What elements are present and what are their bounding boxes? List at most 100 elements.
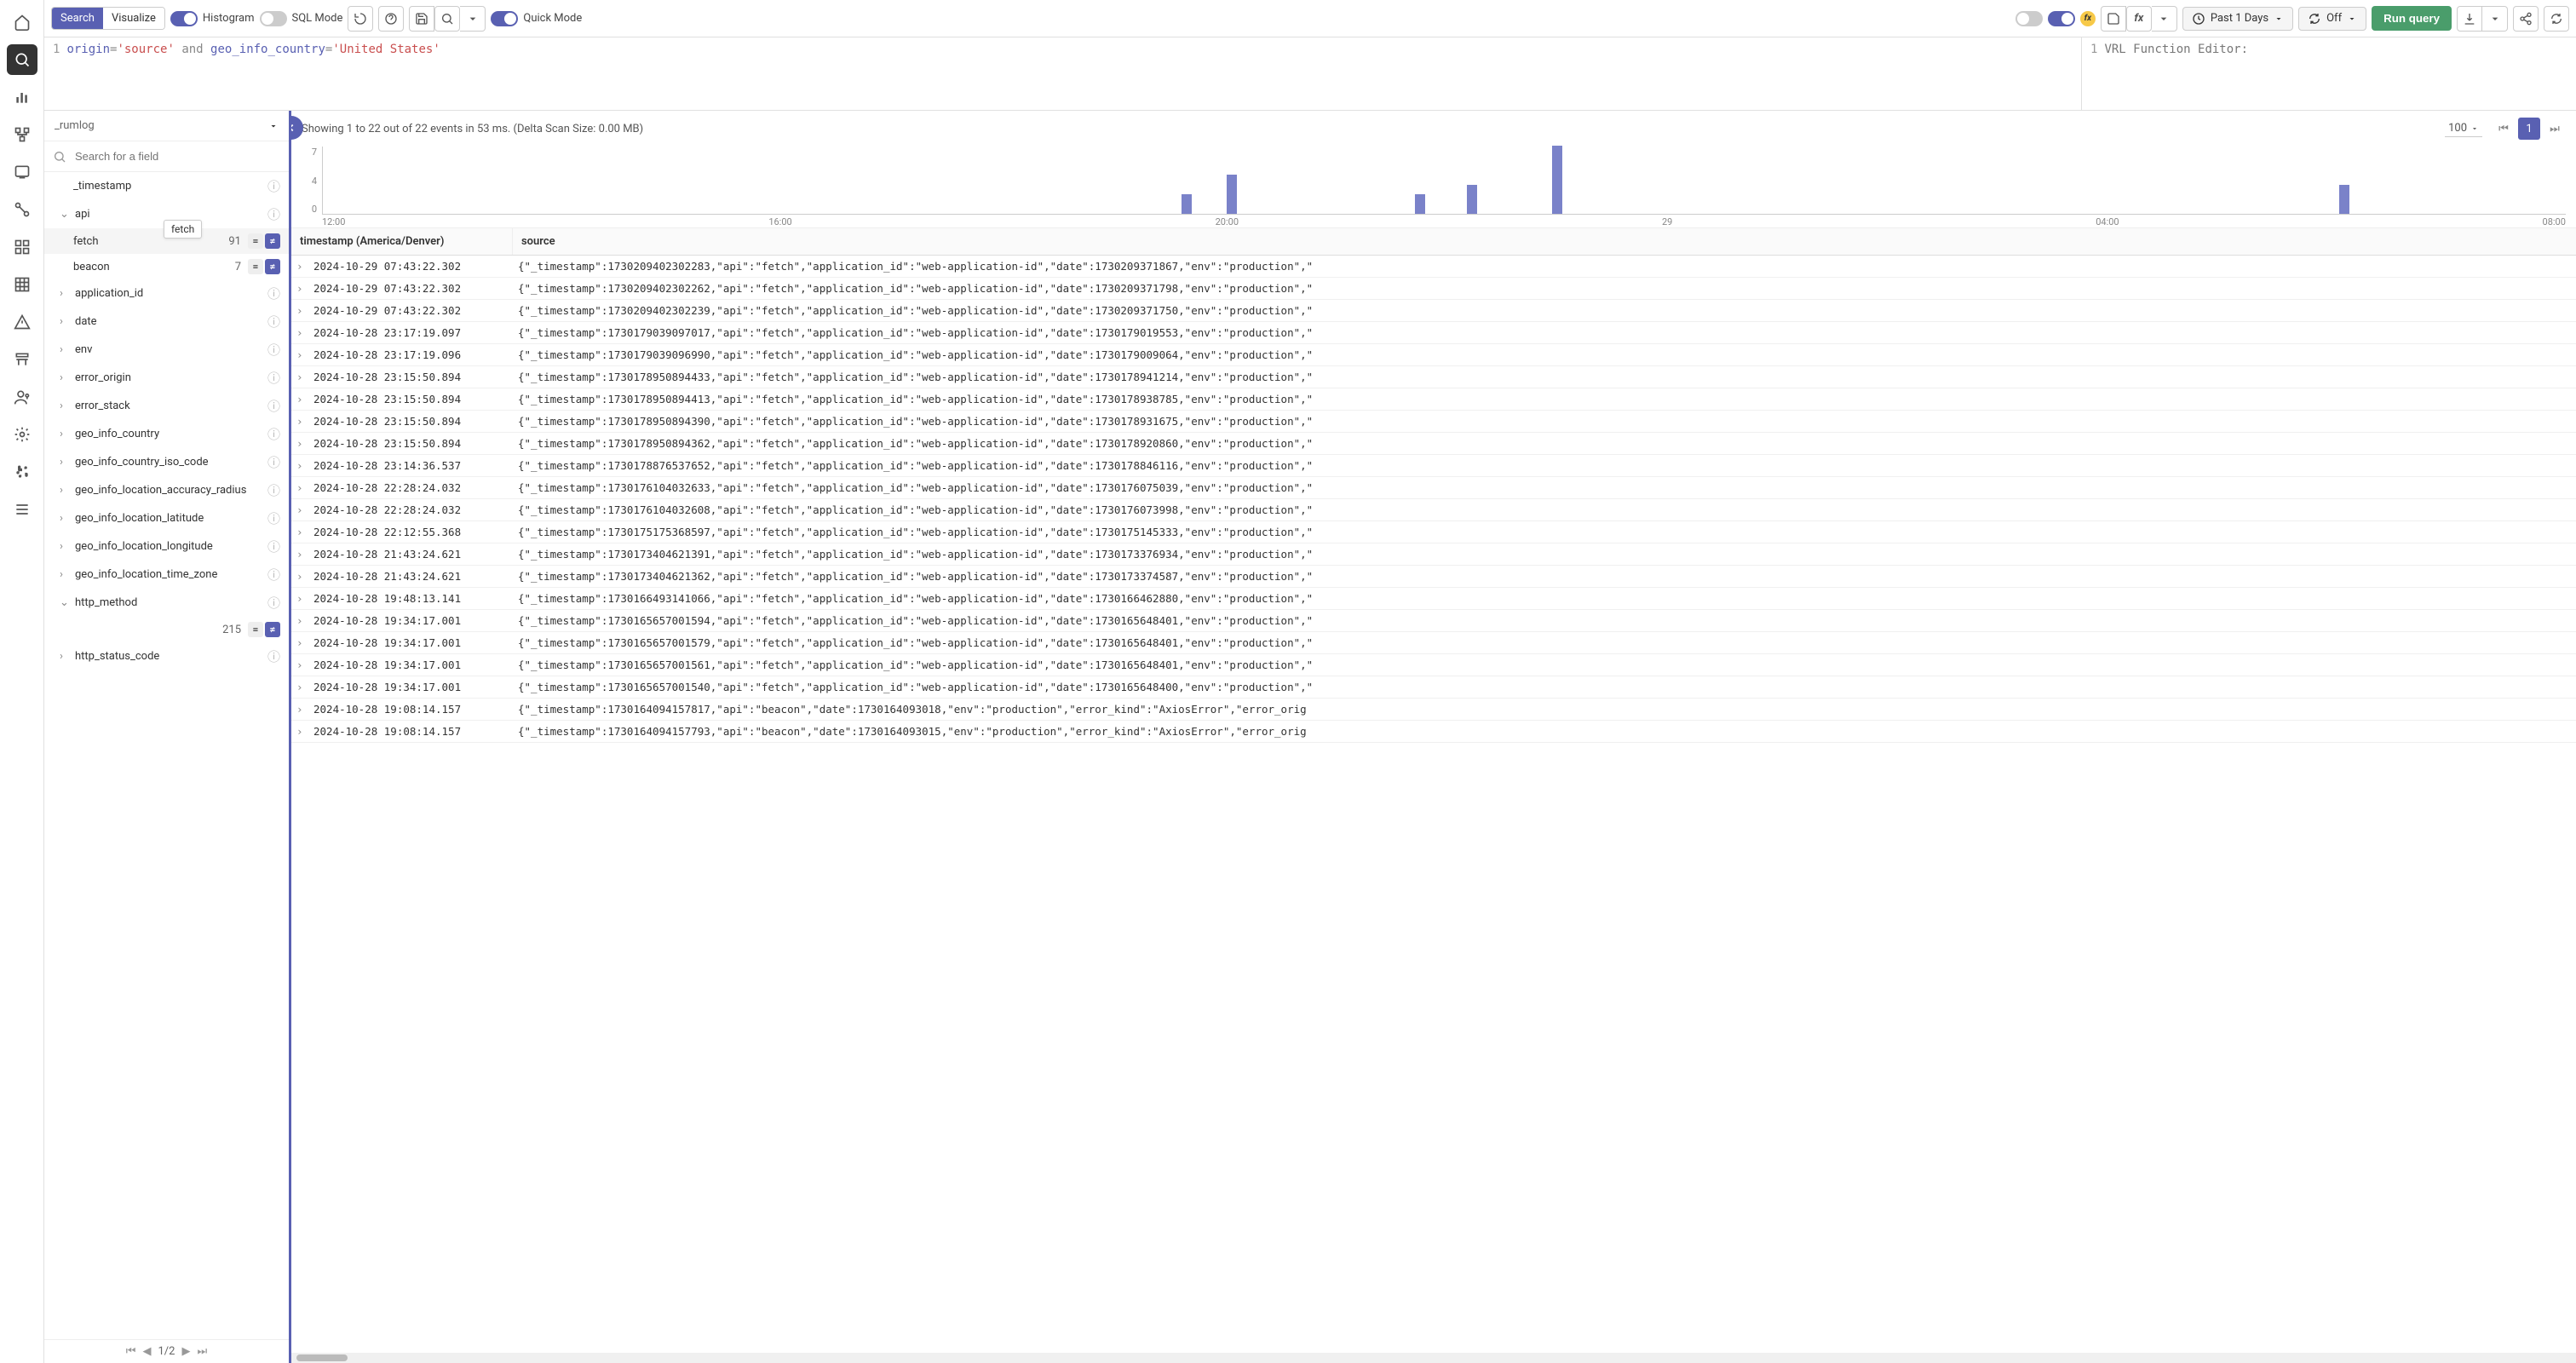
info-icon[interactable]: ⓘ [267, 369, 280, 387]
field-search-input[interactable] [72, 147, 280, 166]
expand-row-button[interactable]: › [291, 543, 308, 565]
horizontal-scrollbar[interactable] [291, 1353, 2576, 1363]
expand-row-button[interactable]: › [291, 721, 308, 742]
nav-functions[interactable] [7, 344, 37, 375]
share-button[interactable] [2513, 6, 2539, 32]
info-icon[interactable]: ⓘ [267, 453, 280, 471]
info-icon[interactable]: ⓘ [267, 341, 280, 359]
saved-search-button[interactable] [434, 6, 460, 32]
expand-row-button[interactable]: › [291, 433, 308, 454]
filter-equals-button[interactable]: = [248, 622, 263, 637]
table-row[interactable]: ›2024-10-28 19:34:17.001{"_timestamp":17… [291, 654, 2576, 676]
chart-bar[interactable] [1227, 175, 1237, 214]
fields-prev-fast[interactable]: ⏮ [126, 1345, 136, 1358]
table-row[interactable]: ›2024-10-28 21:43:24.621{"_timestamp":17… [291, 566, 2576, 588]
download-dropdown[interactable] [2482, 6, 2508, 32]
column-timestamp[interactable]: timestamp (America/Denver) [291, 228, 513, 255]
vrl-editor[interactable]: 1 VRL Function Editor: [2082, 37, 2576, 110]
reset-button[interactable] [348, 6, 373, 32]
table-row[interactable]: ›2024-10-28 23:15:50.894{"_timestamp":17… [291, 366, 2576, 388]
field-item[interactable]: ›application_idⓘ [44, 279, 289, 308]
field-item[interactable]: ›geo_info_location_longitudeⓘ [44, 532, 289, 561]
field-item[interactable]: ›geo_info_countryⓘ [44, 420, 289, 448]
fields-next[interactable]: ▶ [181, 1345, 190, 1358]
expand-row-button[interactable]: › [291, 521, 308, 543]
nav-traces[interactable] [7, 119, 37, 150]
table-row[interactable]: ›2024-10-28 23:15:50.894{"_timestamp":17… [291, 388, 2576, 411]
table-row[interactable]: ›2024-10-28 22:28:24.032{"_timestamp":17… [291, 477, 2576, 499]
field-item[interactable]: _timestampⓘ [44, 172, 289, 200]
field-value-item[interactable]: 215=≠ [44, 617, 289, 642]
expand-row-button[interactable]: › [291, 699, 308, 720]
time-range-picker[interactable]: Past 1 Days [2182, 7, 2293, 31]
expand-row-button[interactable]: › [291, 278, 308, 299]
page-first[interactable]: ⏮ [2493, 118, 2515, 140]
info-icon[interactable]: ⓘ [267, 285, 280, 302]
info-icon[interactable]: ⓘ [267, 538, 280, 555]
column-source[interactable]: source [513, 228, 2576, 255]
expand-row-button[interactable]: › [291, 588, 308, 609]
info-icon[interactable]: ⓘ [267, 177, 280, 195]
chart-bar[interactable] [1467, 185, 1477, 214]
info-icon[interactable]: ⓘ [267, 313, 280, 331]
expand-row-button[interactable]: › [291, 388, 308, 410]
field-value-item[interactable]: beacon7=≠ [44, 254, 289, 279]
table-row[interactable]: ›2024-10-28 19:34:17.001{"_timestamp":17… [291, 610, 2576, 632]
histogram-toggle[interactable] [170, 11, 198, 26]
table-row[interactable]: ›2024-10-29 07:43:22.302{"_timestamp":17… [291, 300, 2576, 322]
fx-toggle[interactable] [2048, 11, 2075, 26]
quick-mode-toggle[interactable] [491, 11, 518, 26]
filter-not-equals-button[interactable]: ≠ [265, 233, 280, 249]
expand-row-button[interactable]: › [291, 499, 308, 520]
table-row[interactable]: ›2024-10-28 19:08:14.157{"_timestamp":17… [291, 721, 2576, 743]
fields-next-fast[interactable]: ⏭ [197, 1345, 207, 1358]
fx-button[interactable]: fx [2126, 6, 2152, 32]
field-item[interactable]: ›http_status_codeⓘ [44, 642, 289, 670]
filter-equals-button[interactable]: = [248, 259, 263, 274]
expand-row-button[interactable]: › [291, 300, 308, 321]
filter-not-equals-button[interactable]: ≠ [265, 622, 280, 637]
filter-not-equals-button[interactable]: ≠ [265, 259, 280, 274]
save-dropdown[interactable] [460, 6, 486, 32]
nav-streams[interactable] [7, 269, 37, 300]
tab-search[interactable]: Search [52, 8, 103, 29]
table-row[interactable]: ›2024-10-28 19:34:17.001{"_timestamp":17… [291, 632, 2576, 654]
expand-row-button[interactable]: › [291, 322, 308, 343]
info-icon[interactable]: ⓘ [267, 481, 280, 499]
nav-menu[interactable] [7, 494, 37, 525]
info-icon[interactable]: ⓘ [267, 425, 280, 443]
expand-row-button[interactable]: › [291, 610, 308, 631]
nav-iam[interactable] [7, 382, 37, 412]
histogram-chart[interactable]: 740 12:0016:0020:002904:0008:00 [291, 147, 2576, 228]
table-row[interactable]: ›2024-10-28 23:17:19.096{"_timestamp":17… [291, 344, 2576, 366]
nav-home[interactable] [7, 7, 37, 37]
chart-bar[interactable] [1552, 146, 1562, 214]
info-icon[interactable]: ⓘ [267, 647, 280, 665]
table-row[interactable]: ›2024-10-28 19:08:14.157{"_timestamp":17… [291, 699, 2576, 721]
table-row[interactable]: ›2024-10-28 23:15:50.894{"_timestamp":17… [291, 411, 2576, 433]
field-item[interactable]: ›error_stackⓘ [44, 392, 289, 420]
save-button[interactable] [409, 6, 434, 32]
table-row[interactable]: ›2024-10-28 23:14:36.537{"_timestamp":17… [291, 455, 2576, 477]
query-editor[interactable]: 1 origin='source' and geo_info_country='… [44, 37, 2082, 110]
chart-bar[interactable] [2339, 185, 2349, 214]
expand-row-button[interactable]: › [291, 676, 308, 698]
info-icon[interactable]: ⓘ [267, 566, 280, 584]
run-query-button[interactable]: Run query [2372, 6, 2452, 31]
page-size-selector[interactable]: 100 [2445, 120, 2482, 137]
nav-settings[interactable] [7, 419, 37, 450]
expand-row-button[interactable]: › [291, 455, 308, 476]
field-item[interactable]: ›dateⓘ [44, 308, 289, 336]
help-button[interactable] [378, 6, 404, 32]
fx-dropdown[interactable] [2152, 6, 2177, 32]
table-row[interactable]: ›2024-10-28 19:48:13.141{"_timestamp":17… [291, 588, 2576, 610]
expand-row-button[interactable]: › [291, 654, 308, 676]
table-row[interactable]: ›2024-10-28 23:15:50.894{"_timestamp":17… [291, 433, 2576, 455]
nav-search[interactable] [7, 44, 37, 75]
field-item[interactable]: ›envⓘ [44, 336, 289, 364]
scrollbar-thumb[interactable] [296, 1354, 348, 1361]
page-last[interactable]: ⏭ [2544, 118, 2566, 140]
expand-row-button[interactable]: › [291, 566, 308, 587]
stream-selector[interactable]: _rumlog [44, 111, 289, 141]
nav-rum[interactable] [7, 157, 37, 187]
